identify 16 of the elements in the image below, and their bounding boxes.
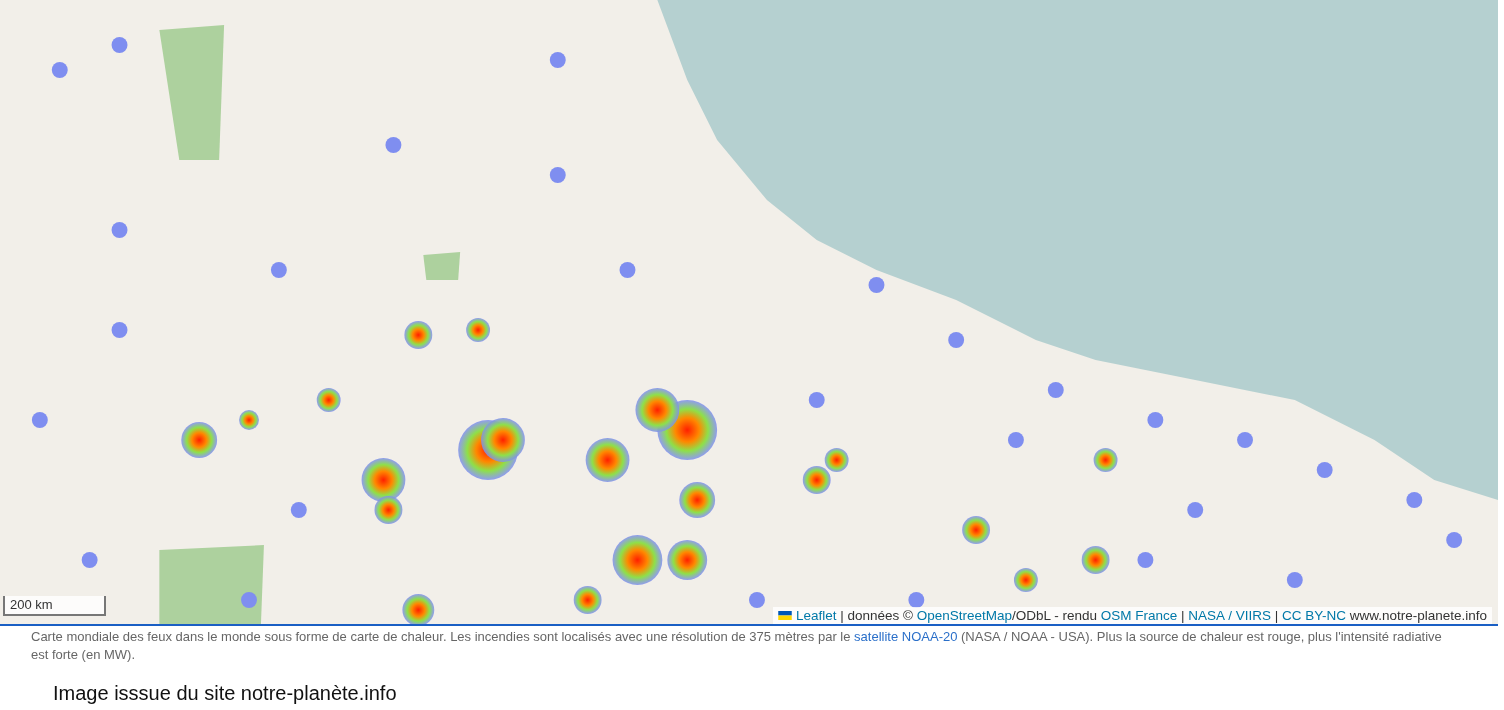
attribution-text: | données © bbox=[839, 608, 914, 623]
link[interactable]: OpenStreetMap bbox=[916, 608, 1012, 623]
attribution-text: /ODbL - rendu bbox=[1012, 608, 1099, 623]
attribution-text: | bbox=[1180, 608, 1186, 623]
image-credit: Image isssue du site notre-planète.info bbox=[53, 682, 397, 705]
link[interactable]: OSM France bbox=[1100, 608, 1178, 623]
link[interactable]: NASA / VIIRS bbox=[1188, 608, 1271, 623]
flag-icon bbox=[777, 611, 792, 620]
map-drawing[interactable] bbox=[0, 0, 1498, 624]
link[interactable]: CC BY-NC bbox=[1281, 608, 1346, 623]
map-caption: Carte mondiale des feux dans le monde sous forme de carte de chaleur. Les incendies sont localisés avec une résolution de 375 mètres par le satellite NOAA-20 (NASA / NOAA - USA). Plus la source de chaleur est rouge, plus l'intensité radiative est forte (en MW). bbox=[30, 628, 1443, 664]
satellite-link[interactable]: satellite NOAA-20 bbox=[854, 629, 958, 644]
attribution-text: www.notre-planete.info bbox=[1348, 608, 1487, 623]
link[interactable]: Leaflet bbox=[795, 608, 837, 623]
attribution-text: | bbox=[1273, 608, 1280, 623]
scale-bar: 200 km bbox=[3, 596, 106, 616]
